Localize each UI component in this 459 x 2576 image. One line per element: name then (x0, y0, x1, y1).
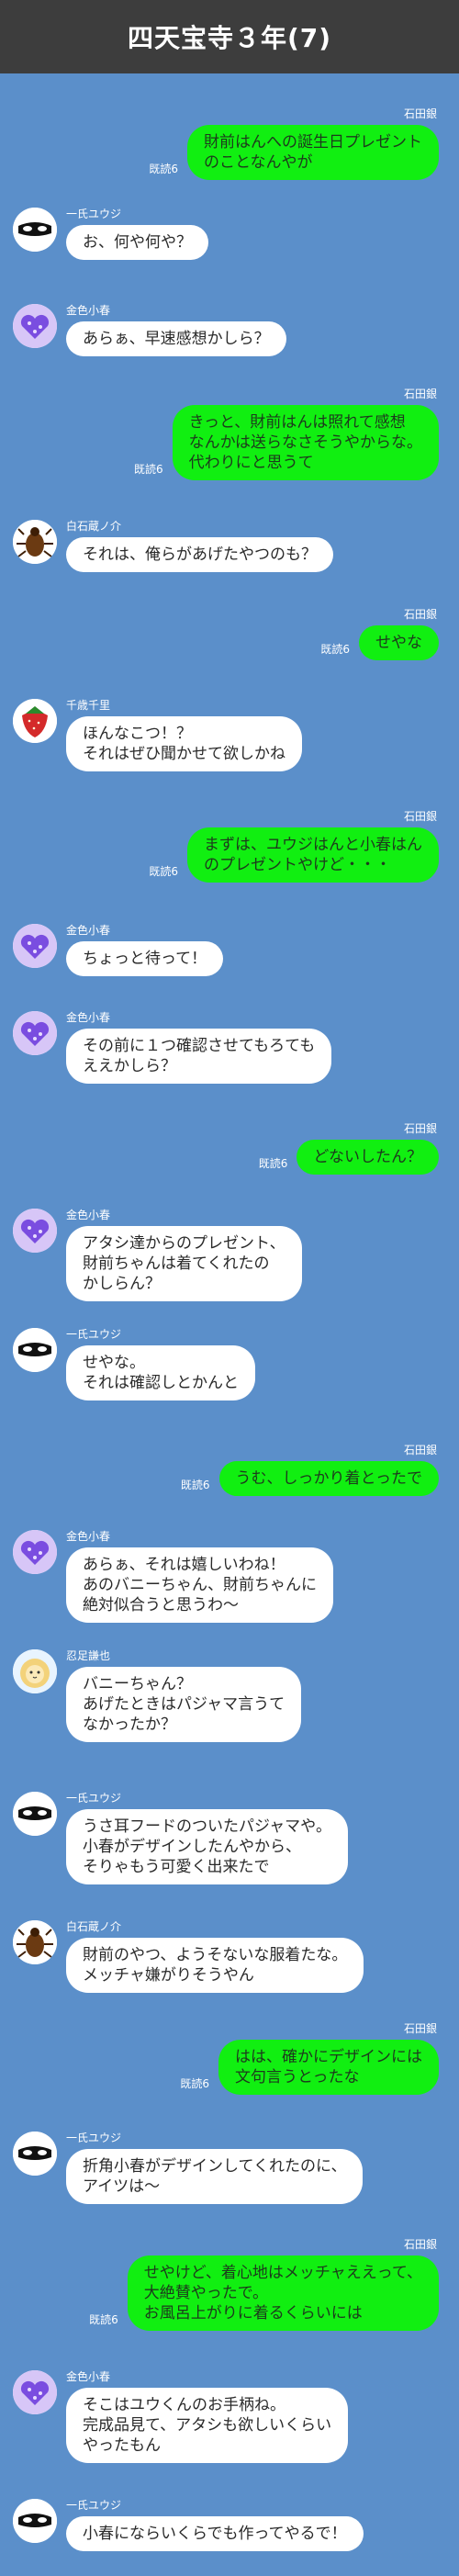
sender-name: 金色小春 (66, 1530, 111, 1543)
chat-message-right: 石田銀既読6 どないしたん？ (259, 1120, 439, 1175)
message-bubble[interactable]: 財前のやつ、ようそないな服着たな。 メッチャ嫌がりそうやん (66, 1938, 364, 1993)
message-bubble[interactable]: ほんなこつ！？ それはぜひ聞かせて欲しかね (66, 716, 302, 771)
mask-icon[interactable] (13, 1328, 57, 1372)
chat-message-left: 金色小春あらぁ、それは嬉しいわね！ あのバニーちゃん、財前ちゃんに 絶対似合うと… (13, 1524, 333, 1623)
mask-icon[interactable] (13, 2132, 57, 2176)
sender-name: 一氏ユウジ (66, 2499, 122, 2512)
sender-name: 白石蔵ノ介 (66, 520, 122, 533)
beetle-icon[interactable] (13, 1920, 57, 1964)
chat-message-right: 石田銀既読6 せやけど、着心地はメッチャええって、 大絶賛やったで。 お風呂上がり… (89, 2236, 439, 2331)
message-bubble[interactable]: 財前はんへの誕生日プレゼント のことなんやが (187, 125, 439, 180)
message-bubble[interactable]: アタシ達からのプレゼント、 財前ちゃんは着てくれたの かしらん？ (66, 1226, 302, 1301)
sender-name: 石田銀 (403, 810, 437, 823)
chat-message-left: 白石蔵ノ介それは、俺らがあげたやつのも？ (13, 514, 333, 572)
sender-name: 一氏ユウジ (66, 1328, 122, 1341)
message-bubble[interactable]: うむ、しっかり着とったで (218, 1461, 439, 1496)
read-receipt: 既読6 (180, 1479, 210, 1491)
read-receipt: 既読6 (89, 2313, 118, 2326)
sender-name: 金色小春 (66, 1011, 111, 1024)
beetle-icon[interactable] (13, 520, 57, 564)
sender-name: 石田銀 (403, 1122, 437, 1135)
chat-header: 四天宝寺３年(7) (0, 0, 459, 73)
message-bubble[interactable]: せやな。 それは確認しとかんと (66, 1345, 255, 1400)
sender-name: 一氏ユウジ (66, 208, 122, 220)
read-receipt: 既読6 (180, 2077, 209, 2090)
heart-icon[interactable] (13, 924, 57, 968)
sender-name: 一氏ユウジ (66, 1792, 122, 1805)
sender-name: 金色小春 (66, 1209, 111, 1221)
message-bubble[interactable]: それは、俺らがあげたやつのも？ (66, 537, 333, 572)
chat-message-left: 金色小春アタシ達からのプレゼント、 財前ちゃんは着てくれたの かしらん？ (13, 1203, 302, 1301)
heart-icon[interactable] (13, 2370, 57, 2414)
chat-message-right: 石田銀既読6 財前はんへの誕生日プレゼント のことなんやが (149, 106, 439, 180)
sender-name: 石田銀 (403, 2022, 437, 2035)
sender-name: 石田銀 (403, 107, 437, 120)
chat-message-left: 忍足謙也バニーちゃん？ あげたときはパジャマ言うて なかったか？ (13, 1644, 302, 1742)
message-bubble[interactable]: お、何や何や？ (66, 225, 208, 260)
read-receipt: 既読6 (134, 463, 163, 476)
mask-icon[interactable] (13, 1792, 57, 1836)
chat-message-right: 石田銀既読6 きっと、財前はんは照れて感想 なんかは送らなさそうやからな。 代わり… (134, 386, 439, 480)
chat-message-left: 一氏ユウジ折角小春がデザインしてくれたのに、 アイツは〜 (13, 2126, 364, 2204)
chat-message-right: 石田銀既読6 まずは、ユウジはんと小春はん のプレゼントやけど・・・ (149, 808, 439, 883)
chat-message-left: 一氏ユウジ小春にならいくらでも作ってやるで！ (13, 2493, 364, 2551)
message-bubble[interactable]: はは、確かにデザインには 文句言うとったな (218, 2040, 439, 2095)
message-bubble[interactable]: 折角小春がデザインしてくれたのに、 アイツは〜 (66, 2149, 364, 2204)
sender-name: 忍足謙也 (66, 1649, 111, 1662)
message-bubble[interactable]: どないしたん？ (297, 1140, 439, 1175)
chat-title: 四天宝寺３年(7) (127, 23, 332, 53)
heart-icon[interactable] (13, 1209, 57, 1253)
message-bubble[interactable]: あらぁ、それは嬉しいわね！ あのバニーちゃん、財前ちゃんに 絶対似合うと思うわ〜 (66, 1547, 333, 1623)
mask-icon[interactable] (13, 208, 57, 252)
chat-message-left: 金色小春ちょっと待って！ (13, 918, 224, 976)
message-bubble[interactable]: うさ耳フードのついたパジャマや。 小春がデザインしたんやから、 そりゃもう可愛く… (66, 1809, 348, 1884)
mask-icon[interactable] (13, 2499, 57, 2543)
sender-name: 石田銀 (403, 2238, 437, 2251)
message-bubble[interactable]: ちょっと待って！ (66, 941, 224, 976)
chat-message-left: 一氏ユウジうさ耳フードのついたパジャマや。 小春がデザインしたんやから、 そりゃ… (13, 1786, 348, 1884)
read-receipt: 既読6 (258, 1157, 288, 1170)
chat-message-left: 金色小春あらぁ、早速感想かしら？ (13, 298, 286, 356)
sender-name: 石田銀 (403, 608, 437, 621)
message-bubble[interactable]: バニーちゃん？ あげたときはパジャマ言うて なかったか？ (66, 1667, 302, 1742)
message-bubble[interactable]: 小春にならいくらでも作ってやるで！ (66, 2516, 364, 2551)
sender-name: 石田銀 (403, 388, 437, 400)
message-bubble[interactable]: その前に１つ確認させてもろても ええかしら？ (66, 1029, 332, 1084)
chat-message-left: 金色小春その前に１つ確認させてもろても ええかしら？ (13, 1006, 332, 1084)
chat-message-left: 一氏ユウジお、何や何や？ (13, 202, 208, 260)
chat-message-left: 白石蔵ノ介財前のやつ、ようそないな服着たな。 メッチャ嫌がりそうやん (13, 1915, 364, 1993)
read-receipt: 既読6 (320, 643, 350, 656)
sender-name: 金色小春 (66, 924, 111, 937)
lion-icon[interactable] (13, 1649, 57, 1693)
sender-name: 石田銀 (403, 1444, 437, 1457)
message-bubble[interactable]: まずは、ユウジはんと小春はん のプレゼントやけど・・・ (187, 827, 439, 883)
chat-message-left: 一氏ユウジせやな。 それは確認しとかんと (13, 1322, 255, 1400)
sender-name: 金色小春 (66, 304, 111, 317)
message-bubble[interactable]: せやな (359, 625, 439, 660)
chat-message-left: 金色小春そこはユウくんのお手柄ね。 完成品見て、アタシも欲しいくらい やったもん (13, 2365, 349, 2463)
sender-name: 金色小春 (66, 2370, 111, 2383)
message-bubble[interactable]: せやけど、着心地はメッチャええって、 大絶賛やったで。 お風呂上がりに着るくらい… (127, 2255, 439, 2331)
sender-name: 白石蔵ノ介 (66, 1920, 122, 1933)
chat-message-right: 石田銀既読6 はは、確かにデザインには 文句言うとったな (180, 2020, 439, 2095)
heart-icon[interactable] (13, 1011, 57, 1055)
read-receipt: 既読6 (149, 865, 178, 878)
sender-name: 一氏ユウジ (66, 2132, 122, 2144)
heart-icon[interactable] (13, 1530, 57, 1574)
heart-icon[interactable] (13, 304, 57, 348)
message-bubble[interactable]: きっと、財前はんは照れて感想 なんかは送らなさそうやからな。 代わりにと思うて (172, 405, 439, 480)
message-bubble[interactable]: そこはユウくんのお手柄ね。 完成品見て、アタシも欲しいくらい やったもん (66, 2388, 349, 2463)
sender-name: 千歳千里 (66, 699, 111, 712)
chat-message-left: 千歳千里ほんなこつ！？ それはぜひ聞かせて欲しかね (13, 693, 302, 771)
message-bubble[interactable]: あらぁ、早速感想かしら？ (66, 321, 286, 356)
chat-message-right: 石田銀既読6 うむ、しっかり着とったで (181, 1442, 439, 1496)
read-receipt: 既読6 (149, 163, 178, 175)
chat-message-right: 石田銀既読6 せやな (320, 606, 439, 660)
strawberry-icon[interactable] (13, 699, 57, 743)
